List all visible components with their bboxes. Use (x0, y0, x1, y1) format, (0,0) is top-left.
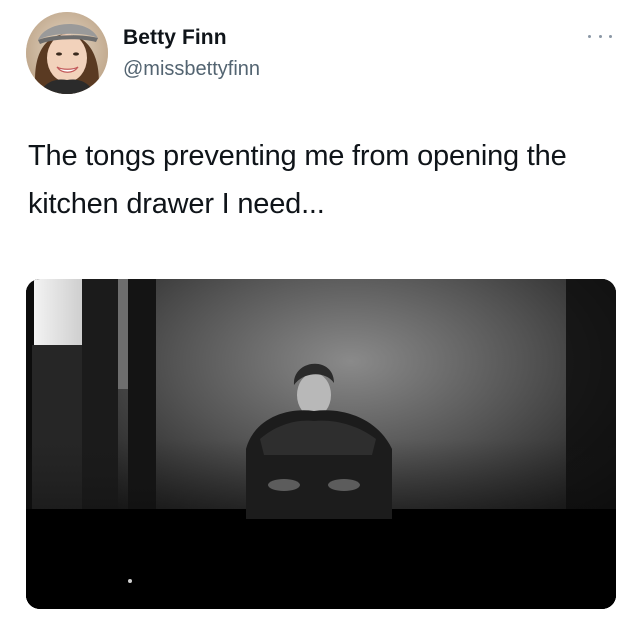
dot (598, 34, 602, 38)
tweet-card: Betty Finn @missbettyfinn The tongs prev… (0, 0, 640, 629)
author-handle[interactable]: @missbettyfinn (123, 58, 260, 81)
tweet-text: The tongs preventing me from opening the… (28, 140, 567, 220)
author-display-name[interactable]: Betty Finn (123, 26, 227, 50)
author-avatar[interactable] (26, 12, 108, 94)
photo-image (26, 279, 616, 609)
avatar-photo-icon (26, 12, 108, 94)
dot (609, 34, 612, 38)
dot (588, 34, 591, 38)
more-horizontal-icon[interactable] (588, 30, 612, 42)
tweet-media-photo[interactable] (26, 279, 616, 609)
